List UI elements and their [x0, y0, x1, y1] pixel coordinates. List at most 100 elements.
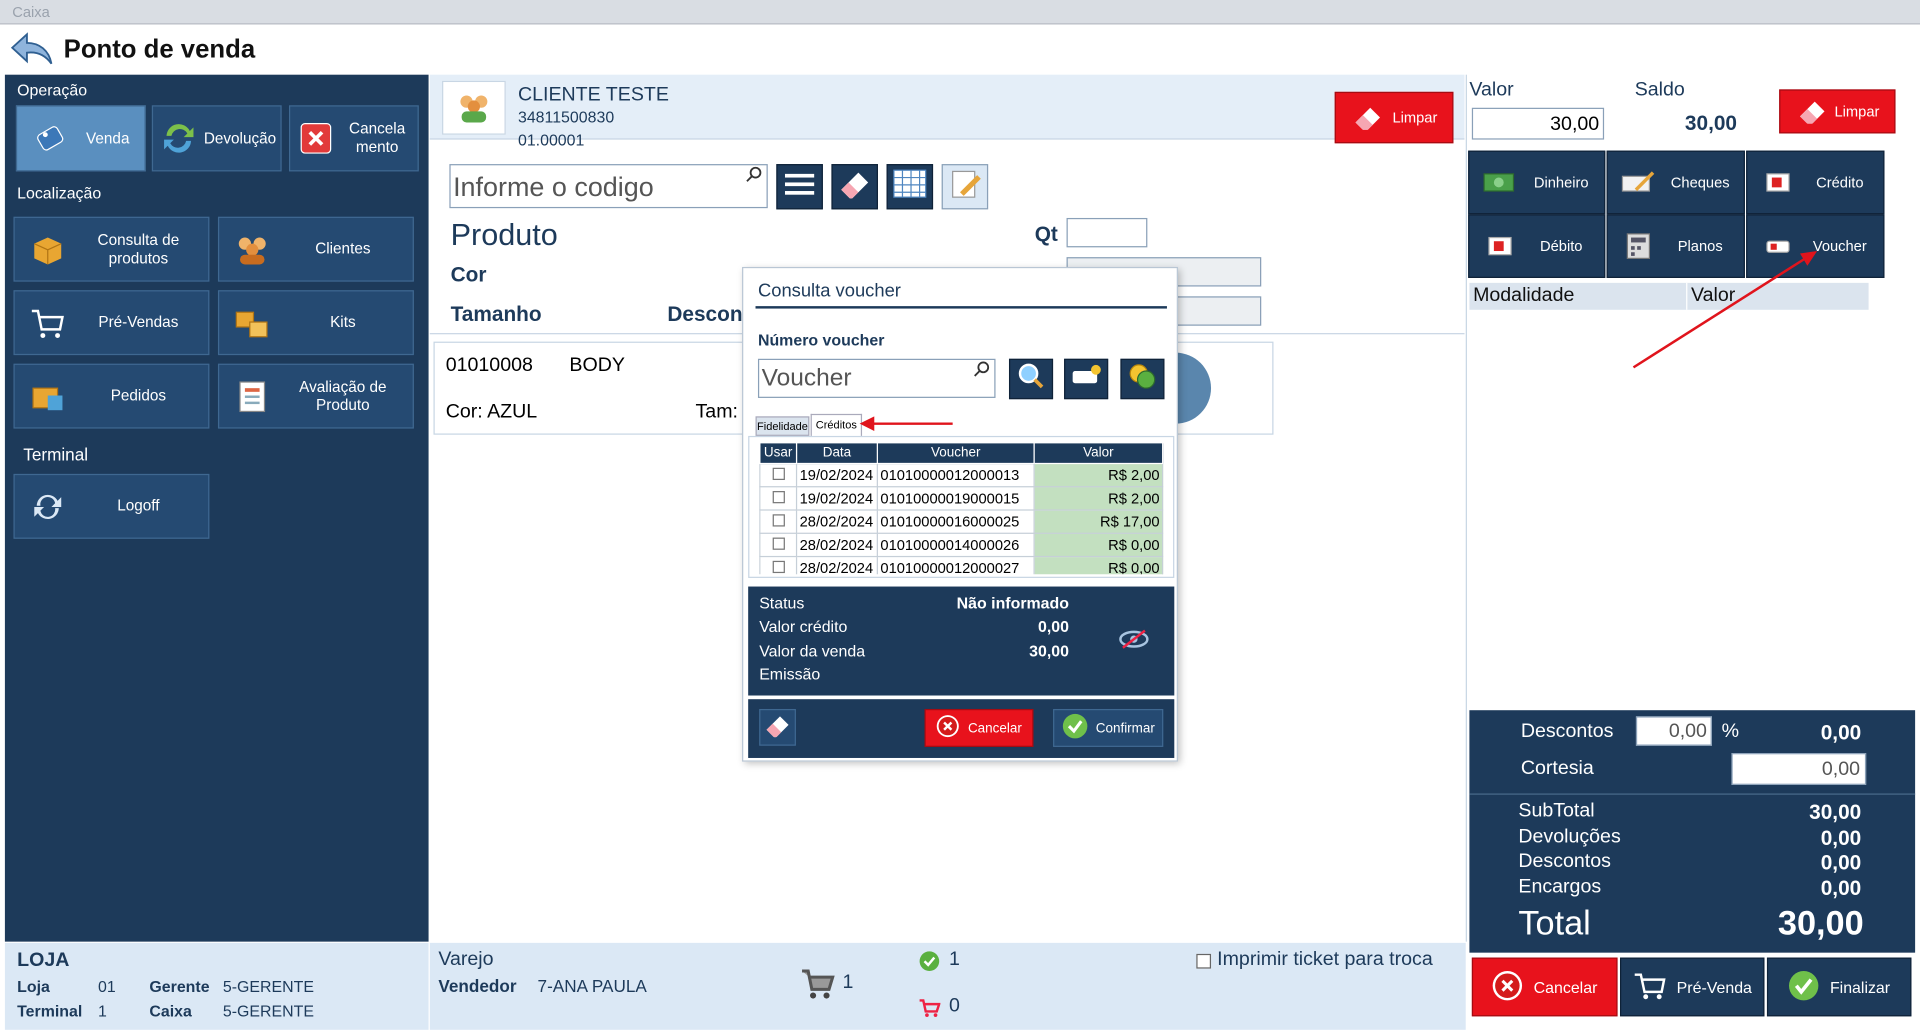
cancelar-venda-button[interactable]: Cancelar: [1471, 957, 1618, 1017]
edit-button[interactable]: [941, 164, 989, 210]
refresh-icon: [27, 486, 69, 528]
voucher-confirmar-button[interactable]: Confirmar: [1053, 708, 1164, 747]
table-row[interactable]: 19/02/2024 01010000012000013 R$ 2,00: [759, 462, 1164, 488]
hamburger-icon: [784, 170, 815, 203]
table-row[interactable]: 28/02/2024 01010000016000025 R$ 17,00: [759, 509, 1164, 534]
table-row[interactable]: 19/02/2024 01010000019000015 R$ 2,00: [759, 486, 1164, 511]
sidebar: Operação Venda Devolução Cancela mento L…: [4, 74, 429, 942]
credits-table: Usar Data Voucher Valor 19/02/2024 010100…: [759, 442, 1164, 575]
product-code-input[interactable]: Informe o codigo: [449, 164, 768, 209]
box-stack-icon: [27, 375, 69, 417]
voucher-summary: Status Não informado Valor crédito 0,00 …: [748, 586, 1175, 696]
cancel-circle-icon: [936, 714, 960, 742]
valor-venda-value: 30,00: [1029, 641, 1069, 661]
encargos-label: Encargos: [1518, 876, 1602, 898]
devolucoes-value: 0,00: [1820, 826, 1862, 850]
gerente-label: Gerente: [149, 977, 210, 996]
consulta-produtos-button[interactable]: Consulta de produtos: [13, 216, 210, 282]
table-row[interactable]: 28/02/2024 01010000014000026 R$ 0,00: [759, 532, 1164, 558]
ticket-star-icon: [1070, 364, 1102, 395]
title-underline: [755, 306, 1167, 309]
tab-fidelidade[interactable]: Fidelidade: [755, 416, 810, 436]
tab-creditos[interactable]: Créditos: [810, 413, 863, 436]
shopping-cart-icon: [800, 965, 837, 1008]
logoff-button[interactable]: Logoff: [13, 473, 210, 539]
clientes-button[interactable]: Clientes: [217, 216, 414, 282]
voucher-cancelar-button[interactable]: Cancelar: [924, 708, 1034, 747]
store-info: LOJA Loja 01 Gerente 5-GERENTE Terminal …: [4, 942, 429, 1030]
eraser-icon: [838, 169, 872, 205]
varejo-label: Varejo: [438, 948, 494, 970]
row-data: 19/02/2024: [795, 486, 878, 511]
cart2-count: 0: [948, 995, 960, 1017]
kits-button[interactable]: Kits: [217, 290, 414, 356]
saldo-value: 30,00: [1684, 111, 1738, 135]
payment-table-header: Modalidade Valor: [1469, 282, 1869, 310]
row-valor: R$ 0,00: [1033, 532, 1164, 558]
new-voucher-button[interactable]: [1064, 358, 1109, 400]
table-row[interactable]: 28/02/2024 01010000012000027 R$ 0,00: [759, 555, 1164, 575]
devolucoes-label: Devoluções: [1518, 826, 1621, 848]
row-voucher: 01010000019000015: [876, 486, 1035, 511]
cortesia-input[interactable]: 0,00: [1731, 753, 1867, 785]
emissao-label: Emissão: [759, 664, 821, 684]
credito-button[interactable]: Crédito: [1746, 150, 1885, 215]
item-code: 01010008: [445, 355, 533, 376]
dinheiro-button[interactable]: Dinheiro: [1468, 150, 1606, 215]
row-data: 28/02/2024: [795, 555, 878, 575]
eye-hidden-icon[interactable]: [1118, 627, 1150, 658]
valor-header: Valor: [1691, 285, 1736, 307]
search-icon[interactable]: [744, 165, 764, 191]
eraser-button[interactable]: [831, 164, 878, 210]
voucher-button[interactable]: Voucher: [1746, 214, 1885, 278]
clear-customer-button[interactable]: Limpar: [1334, 91, 1454, 144]
debito-button[interactable]: Débito: [1468, 214, 1606, 278]
row-data: 28/02/2024: [795, 509, 878, 534]
qt-input[interactable]: [1066, 217, 1148, 248]
valor-input[interactable]: 30,00: [1471, 107, 1605, 140]
row-data: 28/02/2024: [795, 532, 878, 558]
debit-card-icon: [1482, 230, 1519, 262]
check-pen-icon: [1620, 167, 1657, 199]
usar-checkbox[interactable]: [759, 532, 798, 558]
venda-button[interactable]: Venda: [15, 105, 146, 172]
item-size: Tam:: [695, 401, 738, 423]
avaliacao-produto-button[interactable]: Avaliação de Produto: [217, 363, 414, 429]
usar-checkbox[interactable]: [759, 555, 798, 575]
imprimir-checkbox[interactable]: [1196, 953, 1212, 969]
search-icon[interactable]: [972, 360, 992, 386]
col-voucher: Voucher: [876, 442, 1035, 465]
row-voucher: 01010000012000013: [876, 462, 1035, 488]
pedidos-button[interactable]: Pedidos: [13, 363, 210, 429]
totals-divider: [1469, 793, 1916, 795]
grid-button[interactable]: [886, 164, 934, 210]
back-arrow-icon[interactable]: [10, 31, 54, 68]
usar-checkbox[interactable]: [759, 462, 798, 488]
money-icon: [1482, 167, 1519, 199]
voucher-clear-button[interactable]: [759, 708, 796, 746]
clear-payment-button[interactable]: Limpar: [1779, 89, 1896, 134]
desconto-pct-input[interactable]: 0,00: [1635, 716, 1712, 746]
customer-code: 01.00001: [517, 131, 585, 150]
voucher-search-button[interactable]: [1008, 358, 1054, 400]
usar-checkbox[interactable]: [759, 486, 798, 511]
payment-panel: Valor Saldo 30,00 30,00 Limpar Dinheiro …: [1466, 74, 1916, 712]
check-circle-icon: [1788, 969, 1820, 1005]
credits-table-wrap: Usar Data Voucher Valor 19/02/2024 010100…: [759, 442, 1164, 575]
pre-vendas-button[interactable]: Pré-Vendas: [13, 290, 210, 356]
window-titlebar: Caixa: [0, 0, 1920, 25]
coins-button[interactable]: [1120, 358, 1165, 400]
menu-list-button[interactable]: [776, 164, 823, 210]
pre-venda-button[interactable]: Pré-Venda: [1620, 957, 1765, 1017]
cheques-button[interactable]: Cheques: [1606, 150, 1745, 215]
cancelamento-button[interactable]: Cancela mento: [288, 105, 419, 172]
row-data: 19/02/2024: [795, 462, 878, 488]
planos-button[interactable]: Planos: [1606, 214, 1745, 278]
finalizar-button[interactable]: Finalizar: [1766, 957, 1912, 1017]
devolucao-button[interactable]: Devolução: [151, 105, 282, 172]
vendedor-label: Vendedor: [438, 975, 517, 996]
voucher-input[interactable]: Voucher: [757, 358, 996, 398]
magnifier-icon: [1016, 361, 1045, 397]
cart-count: 1: [842, 972, 854, 994]
usar-checkbox[interactable]: [759, 509, 798, 534]
